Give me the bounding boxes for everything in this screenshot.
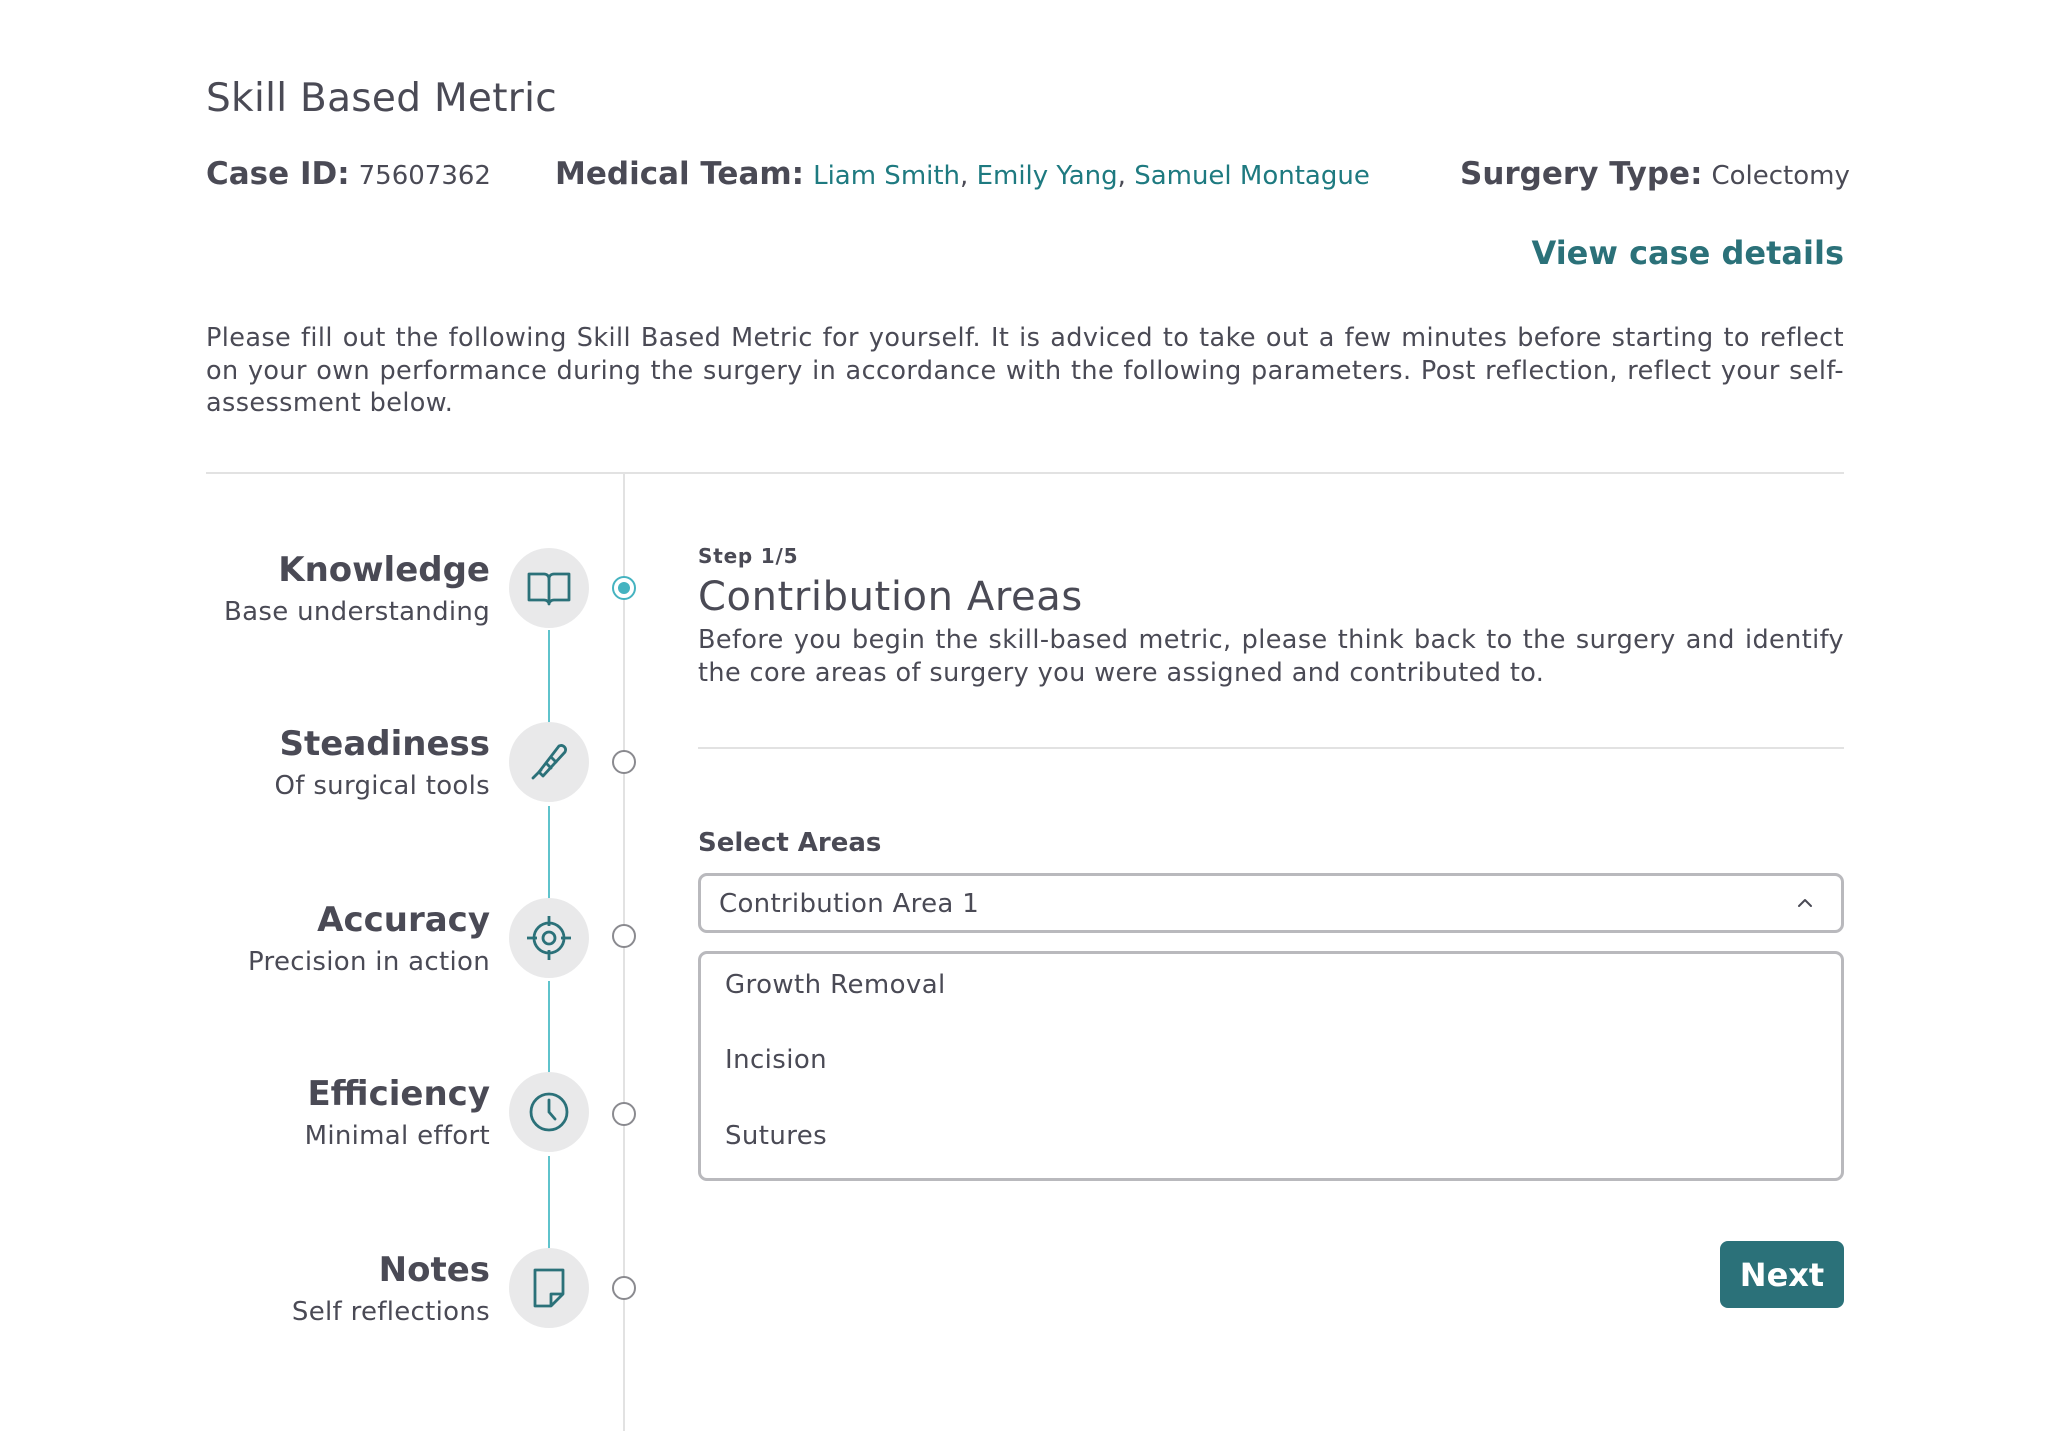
step-radio[interactable] bbox=[612, 750, 636, 774]
chevron-up-icon bbox=[1798, 899, 1812, 907]
dropdown-option[interactable]: Sutures bbox=[725, 1121, 827, 1151]
page-title: Skill Based Metric bbox=[206, 76, 558, 121]
dropdown-options: Growth Removal Incision Sutures bbox=[698, 951, 1844, 1181]
dropdown-option[interactable]: Growth Removal bbox=[725, 970, 946, 1000]
surgery-type-label: Surgery Type: bbox=[1460, 156, 1703, 192]
note-icon bbox=[509, 1248, 589, 1328]
case-id-value: 75607362 bbox=[358, 161, 491, 191]
surgery-type: Surgery Type: Colectomy bbox=[1460, 156, 1850, 200]
contribution-area-select[interactable]: Contribution Area 1 bbox=[698, 873, 1844, 933]
clock-icon bbox=[509, 1072, 589, 1152]
step-radio[interactable] bbox=[612, 1276, 636, 1300]
step-title: Efficiency bbox=[307, 1074, 490, 1114]
team-member-link[interactable]: Emily Yang bbox=[977, 161, 1118, 191]
step-title: Accuracy bbox=[317, 900, 490, 940]
team-separator: , bbox=[960, 161, 969, 191]
step-accuracy[interactable]: Accuracy Precision in action bbox=[0, 898, 640, 1008]
select-value: Contribution Area 1 bbox=[719, 889, 980, 919]
next-button[interactable]: Next bbox=[1720, 1241, 1844, 1308]
step-radio[interactable] bbox=[612, 1102, 636, 1126]
dropdown-option[interactable]: Incision bbox=[725, 1045, 827, 1075]
scalpel-icon bbox=[509, 722, 589, 802]
step-subtitle: Self reflections bbox=[291, 1297, 490, 1327]
step-subtitle: Of surgical tools bbox=[274, 771, 490, 801]
team-separator: , bbox=[1117, 161, 1126, 191]
step-radio[interactable] bbox=[612, 924, 636, 948]
step-efficiency[interactable]: Efficiency Minimal effort bbox=[0, 1072, 640, 1182]
step-title: Notes bbox=[378, 1250, 490, 1290]
step-title: Steadiness bbox=[279, 724, 490, 764]
select-areas-label: Select Areas bbox=[698, 828, 882, 858]
crosshair-icon bbox=[509, 898, 589, 978]
step-subtitle: Base understanding bbox=[224, 597, 490, 627]
step-title: Knowledge bbox=[278, 550, 490, 590]
case-id-label: Case ID: bbox=[206, 156, 350, 192]
step-radio-selected[interactable] bbox=[612, 576, 636, 600]
step-notes[interactable]: Notes Self reflections bbox=[0, 1248, 640, 1358]
intro-text: Please fill out the following Skill Base… bbox=[206, 323, 1844, 418]
step-counter: Step 1/5 bbox=[698, 544, 799, 568]
step-subtitle: Minimal effort bbox=[304, 1121, 490, 1151]
surgery-type-value: Colectomy bbox=[1711, 161, 1850, 191]
step-subtitle: Precision in action bbox=[248, 947, 490, 977]
medical-team: Medical Team: Liam Smith, Emily Yang, Sa… bbox=[555, 156, 1370, 200]
case-id: Case ID: 75607362 bbox=[206, 156, 491, 200]
medical-team-label: Medical Team: bbox=[555, 156, 805, 192]
view-case-details-link[interactable]: View case details bbox=[1531, 234, 1844, 272]
section-title: Contribution Areas bbox=[698, 574, 1083, 620]
divider bbox=[698, 747, 1844, 749]
team-member-link[interactable]: Liam Smith bbox=[813, 161, 960, 191]
step-steadiness[interactable]: Steadiness Of surgical tools bbox=[0, 722, 640, 832]
section-description: Before you begin the skill-based metric,… bbox=[698, 625, 1844, 688]
team-member-link[interactable]: Samuel Montague bbox=[1134, 161, 1370, 191]
book-icon bbox=[509, 548, 589, 628]
step-knowledge[interactable]: Knowledge Base understanding bbox=[0, 548, 640, 658]
divider bbox=[206, 472, 1844, 474]
